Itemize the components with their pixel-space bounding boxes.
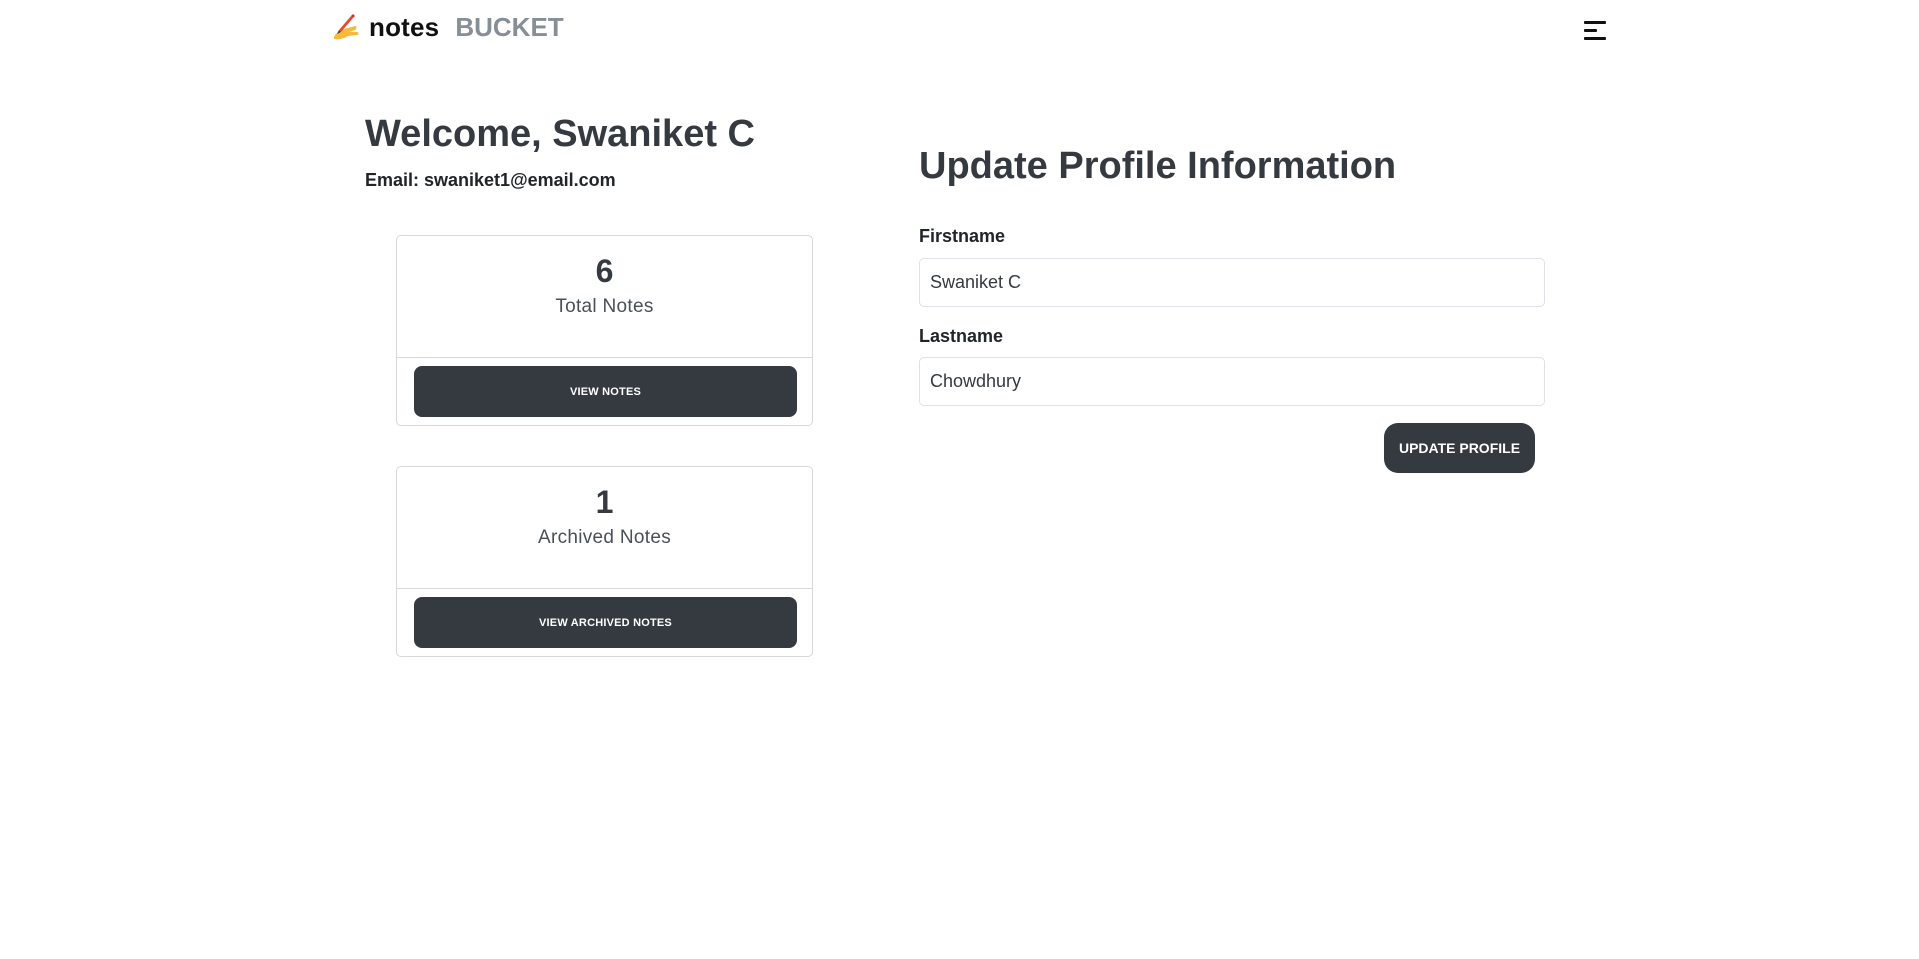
brand-accent: BUCKET <box>455 12 564 42</box>
update-profile-title: Update Profile Information <box>919 145 1397 187</box>
lastname-label: Lastname <box>919 326 1004 346</box>
profile-page: notes BUCKET Welcome, Swaniket C Email: s… <box>0 0 1919 959</box>
archived-notes-card-body: 1 Archived Notes <box>397 467 812 589</box>
update-profile-button[interactable]: UPDATE PROFILE <box>1384 423 1535 473</box>
total-notes-count: 6 <box>595 253 614 289</box>
archived-notes-card: 1 Archived Notes VIEW ARCHIVED NOTES <box>396 466 813 657</box>
firstname-input[interactable] <box>919 258 1545 307</box>
brand-logo[interactable]: notes BUCKET <box>331 12 564 43</box>
archived-notes-count: 1 <box>595 484 614 520</box>
view-notes-button[interactable]: VIEW NOTES <box>414 366 797 417</box>
hamburger-menu-icon[interactable] <box>1581 18 1609 44</box>
user-email: Email: swaniket1@email.com <box>365 170 616 190</box>
firstname-label: Firstname <box>919 226 1006 246</box>
archived-notes-label: Archived Notes <box>537 527 672 549</box>
total-notes-card-body: 6 Total Notes <box>397 236 812 358</box>
total-notes-card: 6 Total Notes VIEW NOTES <box>396 235 813 426</box>
brand-name: notes <box>369 12 440 42</box>
total-notes-label: Total Notes <box>555 296 654 318</box>
writing-hand-icon <box>334 13 359 39</box>
view-archived-notes-button[interactable]: VIEW ARCHIVED NOTES <box>414 597 797 648</box>
welcome-heading: Welcome, Swaniket C <box>365 113 755 155</box>
navbar: notes BUCKET <box>0 0 1919 58</box>
lastname-input[interactable] <box>919 357 1545 406</box>
